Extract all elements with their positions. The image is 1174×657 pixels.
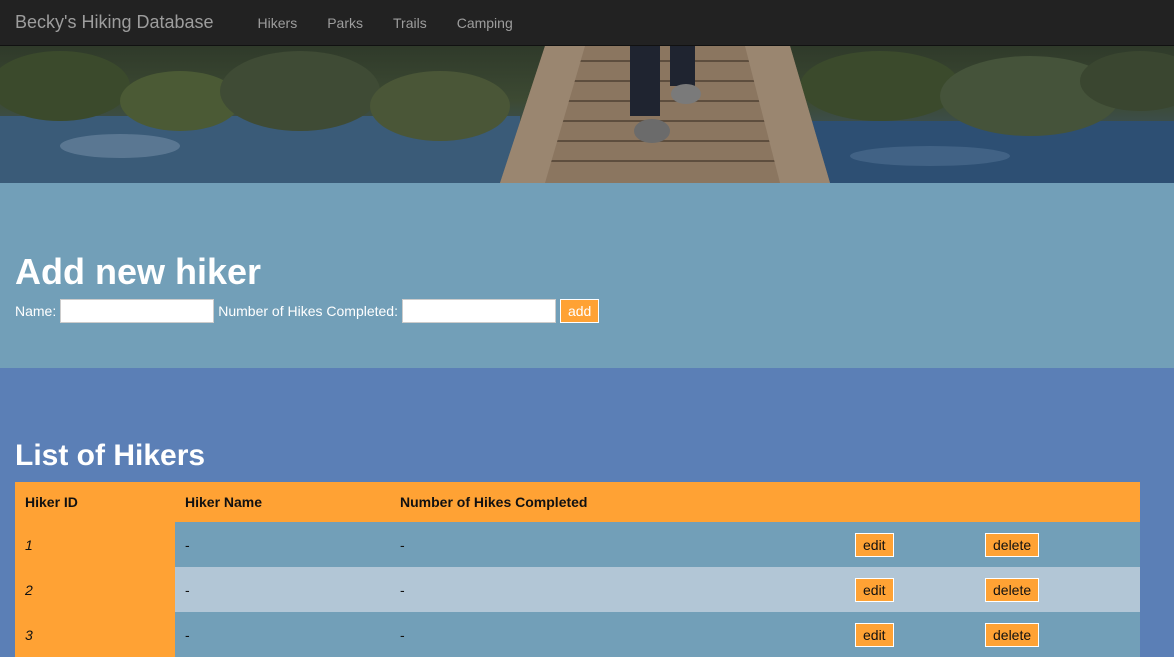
header-edit bbox=[845, 482, 975, 522]
header-hikes-completed: Number of Hikes Completed bbox=[390, 482, 845, 522]
edit-button[interactable]: edit bbox=[855, 577, 894, 602]
edit-cell: edit bbox=[845, 567, 975, 612]
name-label: Name: bbox=[15, 303, 57, 319]
add-hiker-title: Add new hiker bbox=[15, 251, 262, 292]
hiker-table: Hiker ID Hiker Name Number of Hikes Comp… bbox=[15, 482, 1140, 657]
add-button[interactable]: add bbox=[559, 299, 600, 323]
delete-cell: delete bbox=[975, 612, 1140, 657]
hiker-name-cell: - bbox=[175, 567, 390, 612]
hero-banner-image bbox=[0, 46, 1174, 183]
hikes-completed-input[interactable] bbox=[401, 299, 556, 323]
delete-button[interactable]: delete bbox=[985, 532, 1040, 557]
hiker-id-cell: 3 bbox=[15, 612, 175, 657]
hikes-completed-cell: - bbox=[390, 612, 845, 657]
nav-link-parks[interactable]: Parks bbox=[312, 15, 378, 31]
table-row: 2 - - edit delete bbox=[15, 567, 1140, 612]
add-hiker-section: Add new hiker Name: Number of Hikes Comp… bbox=[0, 183, 1174, 368]
edit-button[interactable]: edit bbox=[855, 532, 894, 557]
add-hiker-form: Name: Number of Hikes Completed: add bbox=[15, 299, 1159, 323]
header-hiker-id: Hiker ID bbox=[15, 482, 175, 522]
hikes-completed-cell: - bbox=[390, 522, 845, 567]
brand-link[interactable]: Becky's Hiking Database bbox=[0, 12, 229, 33]
hiker-id-cell: 1 bbox=[15, 522, 175, 567]
nav-link-trails[interactable]: Trails bbox=[378, 15, 442, 31]
edit-cell: edit bbox=[845, 612, 975, 657]
table-row: 1 - - edit delete bbox=[15, 522, 1140, 567]
delete-cell: delete bbox=[975, 522, 1140, 567]
hiker-list-title: List of Hikers bbox=[15, 439, 206, 472]
delete-cell: delete bbox=[975, 567, 1140, 612]
nav-link-camping[interactable]: Camping bbox=[442, 15, 528, 31]
hiker-list-section: List of Hikers Hiker ID Hiker Name Numbe… bbox=[0, 368, 1174, 657]
edit-cell: edit bbox=[845, 522, 975, 567]
delete-button[interactable]: delete bbox=[985, 577, 1040, 602]
hiker-name-cell: - bbox=[175, 522, 390, 567]
hikes-completed-label: Number of Hikes Completed: bbox=[218, 303, 398, 319]
edit-button[interactable]: edit bbox=[855, 622, 894, 647]
navbar: Becky's Hiking Database Hikers Parks Tra… bbox=[0, 0, 1174, 46]
header-delete bbox=[975, 482, 1140, 522]
table-header-row: Hiker ID Hiker Name Number of Hikes Comp… bbox=[15, 482, 1140, 522]
hikes-completed-cell: - bbox=[390, 567, 845, 612]
table-row: 3 - - edit delete bbox=[15, 612, 1140, 657]
hiker-name-cell: - bbox=[175, 612, 390, 657]
header-hiker-name: Hiker Name bbox=[175, 482, 390, 522]
name-input[interactable] bbox=[60, 299, 215, 323]
hiker-id-cell: 2 bbox=[15, 567, 175, 612]
hero-illustration bbox=[0, 46, 1174, 183]
delete-button[interactable]: delete bbox=[985, 622, 1040, 647]
nav-link-hikers[interactable]: Hikers bbox=[243, 15, 313, 31]
